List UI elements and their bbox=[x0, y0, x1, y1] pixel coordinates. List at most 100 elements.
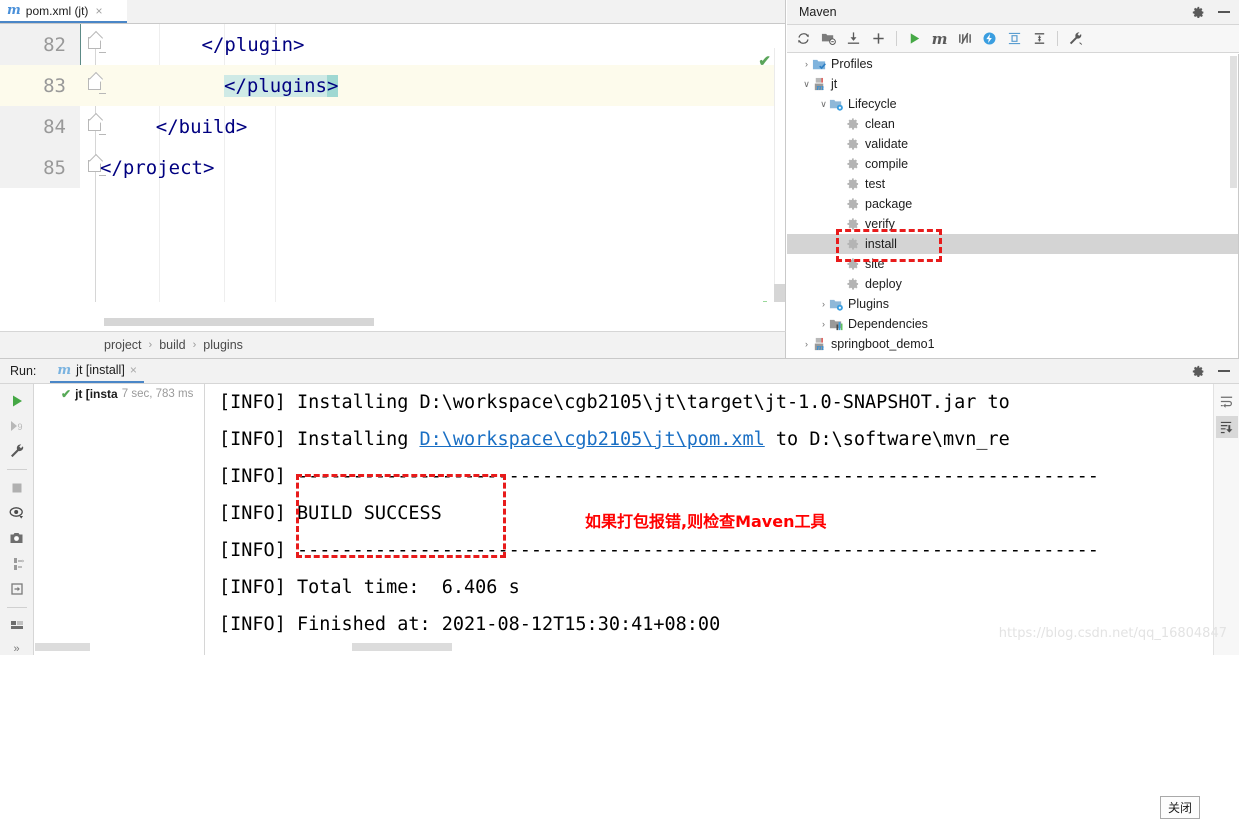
maven-tree-item-validate[interactable]: validate bbox=[787, 134, 1238, 154]
filter-eye-icon[interactable] bbox=[4, 502, 30, 523]
plugins-folder-icon bbox=[829, 297, 844, 312]
download-sources-icon[interactable] bbox=[841, 28, 866, 50]
skip-tests-icon[interactable] bbox=[952, 28, 977, 50]
maven-tree-item-springboot-demo1[interactable]: › m springboot_demo1 bbox=[787, 334, 1238, 354]
maven-tree-item-package[interactable]: package bbox=[787, 194, 1238, 214]
code-line-84[interactable]: 84 </build> bbox=[0, 106, 785, 147]
maven-tree-item-site[interactable]: site bbox=[787, 254, 1238, 274]
thread-dump-icon[interactable] bbox=[4, 553, 30, 574]
show-dependencies-icon[interactable] bbox=[1002, 28, 1027, 50]
execute-goal-icon[interactable]: m bbox=[927, 28, 952, 50]
maven-tree-item-clean[interactable]: clean bbox=[787, 114, 1238, 134]
gear-icon[interactable] bbox=[1192, 6, 1205, 19]
goal-gear-icon bbox=[846, 137, 861, 152]
maven-tree-item-test[interactable]: test bbox=[787, 174, 1238, 194]
goal-gear-icon bbox=[846, 217, 861, 232]
breadcrumb-item-project[interactable]: project bbox=[104, 338, 142, 352]
maven-tree-item-label: jt bbox=[831, 77, 838, 91]
gutter bbox=[80, 65, 785, 106]
maven-tree-item-label: clean bbox=[865, 117, 895, 131]
maven-tree-item-label: site bbox=[865, 257, 885, 271]
collapse-all-icon[interactable] bbox=[1027, 28, 1052, 50]
fold-marker-icon[interactable] bbox=[88, 74, 106, 94]
maven-project-tree[interactable]: › Profiles ∨ m jt ∨ Lifecycle clean validate comp… bbox=[787, 54, 1239, 358]
add-icon[interactable] bbox=[866, 28, 891, 50]
maven-tree-item-deploy[interactable]: deploy bbox=[787, 274, 1238, 294]
maven-tree-item-lifecycle[interactable]: ∨ Lifecycle bbox=[787, 94, 1238, 114]
rerun-icon[interactable] bbox=[4, 390, 30, 411]
stop-icon[interactable] bbox=[4, 477, 30, 498]
chevron-down-icon[interactable]: ∨ bbox=[801, 79, 812, 90]
code-selection: </plugins bbox=[224, 74, 327, 97]
code-line-85[interactable]: 85 </project> bbox=[0, 147, 785, 188]
rerun-failed-icon[interactable]: 9 bbox=[4, 415, 30, 436]
editor-horizontal-scrollbar[interactable] bbox=[104, 318, 374, 326]
console-line: [INFO] Installing D:\workspace\cgb2105\j… bbox=[206, 421, 1239, 458]
maven-tree-item-label: springboot_demo1 bbox=[831, 337, 935, 351]
console-line: [INFO] Total time: 6.406 s bbox=[206, 569, 1239, 606]
maven-tree-item-install[interactable]: install bbox=[787, 234, 1238, 254]
fold-marker-icon[interactable] bbox=[88, 33, 106, 53]
maven-tree-item-compile[interactable]: compile bbox=[787, 154, 1238, 174]
maven-tree-item-jt[interactable]: ∨ m jt bbox=[787, 74, 1238, 94]
inspection-ok-icon[interactable]: ✔ bbox=[758, 52, 771, 70]
gear-icon[interactable] bbox=[1192, 365, 1205, 378]
chevron-right-icon[interactable]: › bbox=[818, 319, 829, 330]
run-tree-horizontal-scrollbar[interactable] bbox=[35, 643, 90, 651]
run-test-tree[interactable]: ✔ jt [insta 7 sec, 783 ms bbox=[35, 384, 205, 655]
collapse-folder-icon[interactable] bbox=[816, 28, 841, 50]
console-file-link[interactable]: D:\workspace\cgb2105\jt\pom.xml bbox=[419, 429, 764, 450]
chevron-right-icon[interactable]: › bbox=[818, 299, 829, 310]
marker-stripe-entry[interactable] bbox=[763, 301, 767, 302]
scroll-to-end-icon[interactable] bbox=[1215, 416, 1238, 438]
editor-vertical-scrollbar[interactable] bbox=[774, 284, 785, 302]
maven-tree-item-plugins[interactable]: › Plugins bbox=[787, 294, 1238, 314]
offline-mode-icon[interactable] bbox=[977, 28, 1002, 50]
maven-tool-window: Maven m › Profiles ∨ m jt ∨ Lifecycle cl… bbox=[787, 0, 1239, 358]
close-icon[interactable]: × bbox=[130, 363, 137, 377]
console-text: [INFO] BUILD SUCCESS bbox=[219, 503, 442, 524]
toolbar-separator bbox=[1057, 31, 1058, 46]
soft-wrap-icon[interactable] bbox=[1216, 390, 1238, 412]
settings-wrench-icon[interactable] bbox=[1063, 28, 1088, 50]
maven-tree-item-profiles[interactable]: › Profiles bbox=[787, 54, 1238, 74]
chevron-right-icon[interactable]: › bbox=[801, 339, 812, 350]
run-tab-jt-install[interactable]: m jt [install] × bbox=[50, 359, 144, 383]
line-number: 85 bbox=[0, 147, 80, 188]
export-icon[interactable] bbox=[4, 578, 30, 599]
minimize-icon[interactable] bbox=[1218, 11, 1230, 13]
code-line-82[interactable]: 82 </plugin> bbox=[0, 24, 785, 65]
console-horizontal-scrollbar[interactable] bbox=[352, 643, 452, 651]
goal-gear-icon bbox=[846, 277, 861, 292]
editor-code-area[interactable]: 82 </plugin> 83 </plugins > 84 </build> … bbox=[0, 24, 785, 302]
run-tree-row[interactable]: ✔ jt [insta 7 sec, 783 ms bbox=[35, 384, 204, 404]
chevron-right-icon[interactable]: › bbox=[801, 59, 812, 70]
reload-icon[interactable] bbox=[791, 28, 816, 50]
maven-tree-item-dependencies[interactable]: › Dependencies bbox=[787, 314, 1238, 334]
line-number: 84 bbox=[0, 106, 80, 147]
svg-text:m: m bbox=[816, 83, 824, 92]
success-check-icon: ✔ bbox=[61, 387, 72, 401]
code-line-83[interactable]: 83 </plugins > bbox=[0, 65, 785, 106]
minimize-icon[interactable] bbox=[1218, 370, 1230, 372]
maven-tree-item-verify[interactable]: verify bbox=[787, 214, 1238, 234]
wrench-icon[interactable] bbox=[4, 441, 30, 462]
chevron-down-icon[interactable]: ∨ bbox=[818, 99, 829, 110]
fold-marker-icon[interactable] bbox=[88, 115, 106, 135]
console-layout-icon[interactable] bbox=[4, 615, 30, 636]
breadcrumb-item-plugins[interactable]: plugins bbox=[203, 338, 243, 352]
breadcrumb-item-build[interactable]: build bbox=[159, 338, 185, 352]
editor-scrollbar-track[interactable] bbox=[774, 48, 785, 302]
goal-gear-icon bbox=[846, 177, 861, 192]
console-text: [INFO] Installing D:\workspace\cgb2105\j… bbox=[219, 392, 1010, 413]
close-icon[interactable]: × bbox=[95, 5, 102, 17]
camera-icon[interactable] bbox=[4, 528, 30, 549]
run-icon[interactable] bbox=[902, 28, 927, 50]
editor-tab-label: pom.xml (jt) bbox=[25, 3, 89, 18]
code-text-84: </build> bbox=[110, 115, 248, 138]
editor-tab-pom-xml[interactable]: m pom.xml (jt) × bbox=[0, 0, 127, 23]
maven-m-icon: m bbox=[7, 3, 21, 18]
expand-more-icon[interactable]: » bbox=[13, 643, 19, 655]
